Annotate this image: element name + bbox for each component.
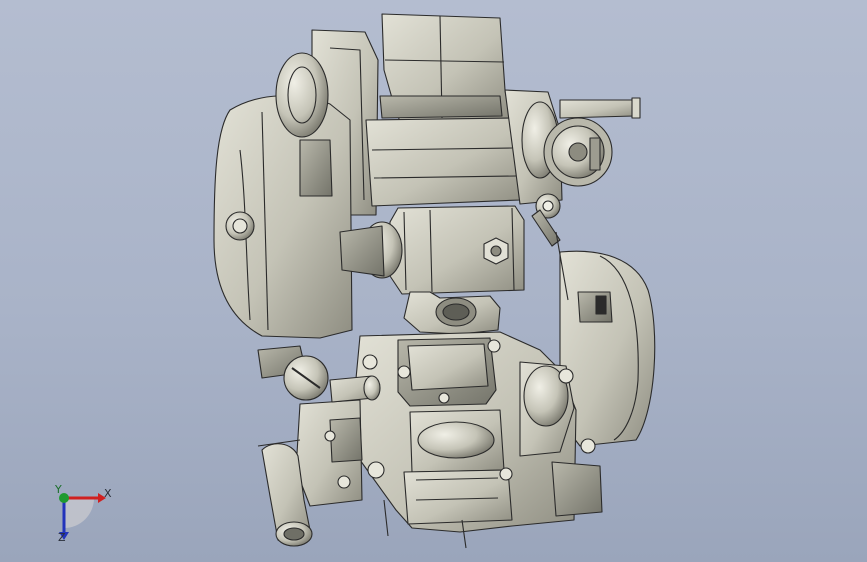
x-axis-label: X <box>104 487 112 500</box>
cad-graphics-viewport[interactable]: X Y Z <box>0 0 867 562</box>
z-axis-label: Z <box>58 531 66 544</box>
output-shaft <box>559 99 635 119</box>
triad-plane <box>64 498 94 528</box>
y-axis-label: Y <box>55 483 62 496</box>
sprocket <box>543 117 613 187</box>
hex-bolt <box>483 237 509 265</box>
engine-3d-model[interactable] <box>0 0 867 562</box>
breather-cap <box>283 355 329 401</box>
crankcase-dome <box>275 52 329 138</box>
